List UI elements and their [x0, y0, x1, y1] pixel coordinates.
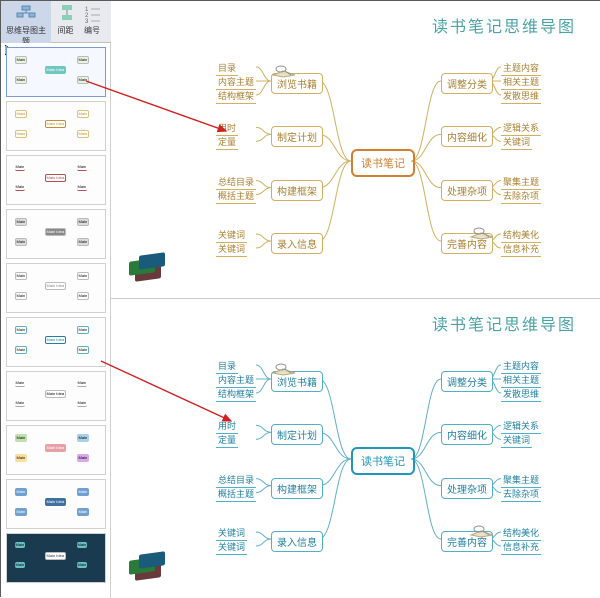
numbering-dropdown[interactable]: 123 编号 [80, 1, 104, 38]
mindmap-leaf[interactable]: 概括主题 [216, 487, 256, 502]
mindmap-top: 读书笔记浏览书籍目录内容主题结构框架制定计划用时定量构建框架总结目录概括主题录入… [181, 61, 581, 281]
thumbnail-template[interactable]: Main Idea Main Main Main Main [6, 263, 106, 313]
canvas-bottom[interactable]: 读书笔记思维导图 读书笔记浏览书籍目录内容主题结构框架制定计划用时定量构建框架总… [111, 299, 600, 597]
spacing-icon [57, 3, 77, 23]
mindmap-branch[interactable]: 构建框架 [271, 180, 323, 201]
mindmap-branch[interactable]: 处理杂项 [441, 180, 493, 201]
mindmap-branch[interactable]: 处理杂项 [441, 478, 493, 499]
mindmap-leaf[interactable]: 聚集主题 [501, 473, 541, 488]
mindmap-leaf[interactable]: 关键词 [216, 540, 247, 555]
book-decoration-icon [271, 361, 299, 377]
mindmap-leaf[interactable]: 相关主题 [501, 373, 541, 388]
mindmap-branch[interactable]: 调整分类 [441, 73, 493, 94]
mindmap-branch[interactable]: 构建框架 [271, 478, 323, 499]
mindmap-center[interactable]: 读书笔记 [351, 149, 415, 177]
mindmap-leaf[interactable]: 结构美化 [501, 526, 541, 541]
spacing-label: 间距 [58, 26, 74, 35]
numbering-label: 编号 [84, 26, 100, 35]
mindmap-leaf[interactable]: 发散思维 [501, 89, 541, 104]
mindmap-branch[interactable]: 录入信息 [271, 531, 323, 552]
thumbnail-template[interactable]: Main Idea Main Main Main Main [6, 533, 106, 583]
mindmap-bottom: 读书笔记浏览书籍目录内容主题结构框架制定计划用时定量构建框架总结目录概括主题录入… [181, 359, 581, 579]
book-decoration-icon [469, 225, 497, 241]
mindmap-leaf[interactable]: 目录 [216, 61, 238, 76]
mindmap-leaf[interactable]: 主题内容 [501, 61, 541, 76]
annotation-arrow [86, 81, 236, 143]
spacing-dropdown[interactable]: 间距 [54, 1, 78, 38]
mindmap-leaf[interactable]: 结构美化 [501, 228, 541, 243]
mindmap-branch[interactable]: 制定计划 [271, 126, 323, 147]
mindmap-branch[interactable]: 录入信息 [271, 233, 323, 254]
page-title: 读书笔记思维导图 [432, 311, 576, 335]
canvas-top[interactable]: 读书笔记思维导图 读书笔记浏览书籍目录内容主题结构框架制定计划用时定量构建框架总… [111, 1, 600, 299]
svg-text:3: 3 [85, 19, 89, 23]
ribbon-toolbar: 思维导图主题 间距 123 编号 [1, 1, 111, 43]
mindmap-leaf[interactable]: 聚集主题 [501, 175, 541, 190]
book-decoration-icon [469, 523, 497, 539]
mindmap-leaf[interactable]: 关键词 [216, 526, 247, 541]
thumbnail-template[interactable]: Main Idea Main Main Main Main [6, 155, 106, 205]
thumbnail-template[interactable]: Main Idea Main Main Main Main [6, 371, 106, 421]
theme-icon [16, 3, 36, 23]
mindmap-leaf[interactable]: 信息补充 [501, 540, 541, 555]
mindmap-leaf[interactable]: 关键词 [216, 242, 247, 257]
mindmap-leaf[interactable]: 关键词 [501, 135, 532, 150]
mindmap-branch[interactable]: 内容细化 [441, 424, 493, 445]
annotation-arrow [101, 361, 241, 433]
mindmap-leaf[interactable]: 信息补充 [501, 242, 541, 257]
mindmap-leaf[interactable]: 逻辑关系 [501, 121, 541, 136]
mindmap-branch[interactable]: 内容细化 [441, 126, 493, 147]
mindmap-leaf[interactable]: 去除杂项 [501, 487, 541, 502]
numbering-icon: 123 [83, 3, 103, 23]
thumbnail-template[interactable]: Main Idea Main Main Main Main [6, 479, 106, 529]
mindmap-leaf[interactable]: 概括主题 [216, 189, 256, 204]
mindmap-branch[interactable]: 制定计划 [271, 424, 323, 445]
mindmap-leaf[interactable]: 关键词 [501, 433, 532, 448]
mindmap-leaf[interactable]: 发散思维 [501, 387, 541, 402]
theme-dropdown[interactable]: 思维导图主题 [1, 1, 51, 49]
thumbnail-template[interactable]: Main Idea Main Main Main Main [6, 425, 106, 475]
mindmap-leaf[interactable]: 逻辑关系 [501, 419, 541, 434]
books-icon [129, 252, 169, 288]
mindmap-branch[interactable]: 调整分类 [441, 371, 493, 392]
thumbnail-template[interactable]: Main Idea Main Main Main Main [6, 317, 106, 367]
mindmap-leaf[interactable]: 定量 [216, 433, 238, 448]
mindmap-center[interactable]: 读书笔记 [351, 447, 415, 475]
mindmap-leaf[interactable]: 相关主题 [501, 75, 541, 90]
mindmap-leaf[interactable]: 总结目录 [216, 473, 256, 488]
books-icon [129, 551, 169, 587]
book-decoration-icon [271, 63, 299, 79]
mindmap-leaf[interactable]: 总结目录 [216, 175, 256, 190]
mindmap-leaf[interactable]: 去除杂项 [501, 189, 541, 204]
thumbnail-template[interactable]: Main Idea Main Main Main Main [6, 209, 106, 259]
page-title: 读书笔记思维导图 [432, 13, 576, 37]
mindmap-leaf[interactable]: 主题内容 [501, 359, 541, 374]
mindmap-leaf[interactable]: 关键词 [216, 228, 247, 243]
